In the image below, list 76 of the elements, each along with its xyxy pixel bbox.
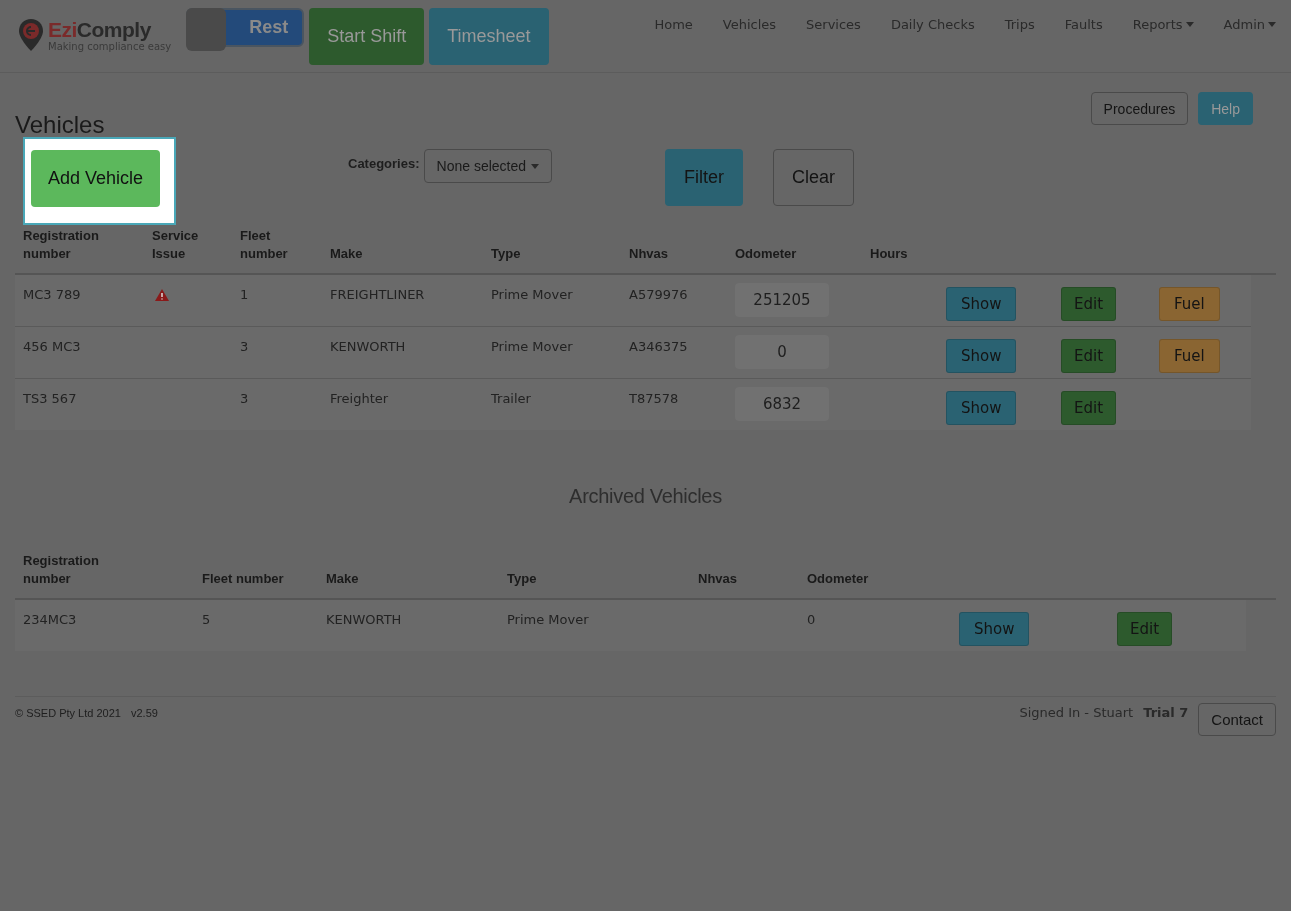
table-cell: Freighter <box>330 391 389 406</box>
column-header: Make <box>329 245 364 263</box>
odometer-field: 6832 <box>735 387 829 421</box>
version-text: v2.59 <box>130 707 158 719</box>
fuel-button[interactable]: Fuel <box>1159 287 1220 321</box>
table-cell: 234MC3 <box>23 612 77 627</box>
column-header: Hours <box>869 245 909 263</box>
table-cell: 0 <box>807 612 816 627</box>
column-header: Make <box>325 570 360 588</box>
filter-button[interactable]: Filter <box>665 149 744 206</box>
nav-link[interactable]: Home <box>639 17 708 32</box>
page-title: Vehicles <box>15 111 105 139</box>
signed-in-text: Signed In - Stuart <box>1019 705 1134 720</box>
table-cell: 5 <box>202 612 211 627</box>
show-button[interactable]: Show <box>946 391 1017 425</box>
nav-link[interactable]: Daily Checks <box>875 17 990 32</box>
nav-link[interactable]: Faults <box>1049 17 1118 32</box>
column-header: Nhvas <box>697 570 739 588</box>
column-header: Service Issue <box>151 227 200 263</box>
section-title: Archived Vehicles <box>568 485 723 508</box>
categories-select[interactable]: None selected <box>423 149 553 183</box>
categories-label: Categories: <box>348 156 420 171</box>
table-cell: Prime Mover <box>491 287 573 302</box>
table-cell: Prime Mover <box>507 612 589 627</box>
table-cell: Trailer <box>491 391 531 406</box>
table-cell: A346375 <box>629 339 688 354</box>
nav-link[interactable]: Vehicles <box>707 17 792 32</box>
add-vehicle-button[interactable]: Add Vehicle <box>31 150 160 207</box>
app-logo: EziComply <box>48 18 152 41</box>
odometer-field: 0 <box>735 335 829 369</box>
clear-button[interactable]: Clear <box>773 149 855 206</box>
contact-button[interactable]: Contact <box>1198 703 1276 736</box>
timesheet-button[interactable]: Timesheet <box>429 8 549 65</box>
odometer-field: 251205 <box>735 283 829 317</box>
plan-label: Trial 7 <box>1143 705 1189 720</box>
nav-dropdown[interactable]: Reports <box>1117 17 1209 32</box>
column-header: Registration number <box>22 227 100 263</box>
start-shift-button[interactable]: Start Shift <box>309 8 425 65</box>
column-header: Type <box>506 570 538 588</box>
nav-link[interactable]: Trips <box>989 17 1050 32</box>
show-button[interactable]: Show <box>959 612 1030 646</box>
column-header: Type <box>490 245 522 263</box>
caret-icon <box>1268 22 1276 27</box>
table-cell: 3 <box>240 339 249 354</box>
edit-button[interactable]: Edit <box>1061 391 1117 425</box>
table-cell: T87578 <box>629 391 679 406</box>
edit-button[interactable]: Edit <box>1061 287 1117 321</box>
nav-link[interactable]: Services <box>791 17 876 32</box>
column-header: Nhvas <box>628 245 670 263</box>
help-button[interactable]: Help <box>1198 92 1253 125</box>
column-header: Odometer <box>734 245 798 263</box>
caret-icon <box>531 163 540 169</box>
show-button[interactable]: Show <box>946 287 1017 321</box>
table-cell: A579976 <box>629 287 688 302</box>
table-cell: FREIGHTLINER <box>330 287 425 302</box>
nav-dropdown[interactable]: Admin <box>1208 17 1291 32</box>
column-header: Fleet number <box>239 227 289 263</box>
table-cell: 3 <box>240 391 249 406</box>
table-cell: TS3 567 <box>23 391 77 406</box>
table-cell: 1 <box>240 287 249 302</box>
column-header: Fleet number <box>201 570 285 588</box>
copyright-text: © SSED Pty Ltd 2021 <box>15 707 121 719</box>
caret-icon <box>1185 22 1194 27</box>
procedures-button[interactable]: Procedures <box>1090 92 1189 125</box>
edit-button[interactable]: Edit <box>1061 339 1117 373</box>
column-header: Registration number <box>22 552 100 588</box>
fuel-button[interactable]: Fuel <box>1159 339 1220 373</box>
edit-button[interactable]: Edit <box>1117 612 1173 646</box>
table-cell: 456 MC3 <box>23 339 81 354</box>
show-button[interactable]: Show <box>946 339 1017 373</box>
table-cell: Prime Mover <box>491 339 573 354</box>
table-cell: KENWORTH <box>326 612 402 627</box>
column-header: Odometer <box>806 570 870 588</box>
table-cell: KENWORTH <box>330 339 406 354</box>
map-pin-logo-icon <box>18 18 44 52</box>
table-cell: MC3 789 <box>23 287 81 302</box>
